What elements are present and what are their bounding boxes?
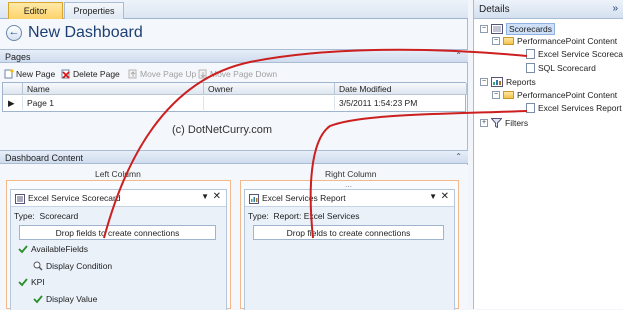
- back-button[interactable]: ←: [6, 25, 22, 41]
- move-down-label: Move Page Down: [210, 68, 278, 79]
- tree-node-ppc-reports[interactable]: − PerformancePoint Content: [492, 90, 617, 100]
- field-display-condition[interactable]: Display Condition: [33, 261, 112, 271]
- folder-icon: [503, 91, 514, 99]
- dashboard-content-header[interactable]: Dashboard Content ⌃: [0, 150, 468, 164]
- column-header-name[interactable]: Name: [23, 83, 204, 95]
- table-row-owner[interactable]: [204, 96, 335, 110]
- details-pane: Details » − Scorecards − PerformancePoin…: [473, 0, 623, 309]
- web-part-title: Excel Services Report: [262, 193, 346, 203]
- chevron-up-icon[interactable]: ⌃: [455, 152, 462, 161]
- drop-fields-target[interactable]: Drop fields to create connections: [253, 225, 444, 240]
- move-down-icon: [198, 69, 207, 78]
- check-arrow-icon: [18, 245, 28, 254]
- back-arrow-icon: ←: [8, 26, 20, 38]
- row-selector-icon[interactable]: ▶: [3, 96, 23, 110]
- tree-node-scorecards[interactable]: − Scorecards: [480, 23, 555, 35]
- field-kpi[interactable]: KPI: [18, 277, 45, 287]
- move-page-up-button[interactable]: Move Page Up: [128, 67, 196, 80]
- watermark: (c) DotNetCurry.com: [172, 124, 273, 136]
- web-part-type: Type: Scorecard: [14, 211, 79, 221]
- move-page-down-button[interactable]: Move Page Down: [198, 67, 277, 80]
- new-page-button[interactable]: New Page: [4, 67, 55, 80]
- right-column-header: Right Column: [325, 169, 377, 179]
- page-title: New Dashboard: [28, 24, 143, 41]
- check-arrow-icon: [18, 278, 28, 287]
- tree-node-excel-report[interactable]: Excel Services Report: [526, 103, 622, 113]
- column-header-owner[interactable]: Owner: [204, 83, 335, 95]
- web-part-header: Excel Services Report ▼ ✕: [245, 190, 454, 207]
- folder-icon: [503, 37, 514, 45]
- web-part-report[interactable]: Excel Services Report ▼ ✕ Type: Report: …: [244, 189, 455, 310]
- dropdown-arrow-icon[interactable]: ▼: [429, 192, 437, 201]
- move-up-label: Move Page Up: [140, 68, 197, 79]
- left-column-zone[interactable]: Excel Service Scorecard ▼ ✕ Type: Scorec…: [6, 180, 231, 310]
- move-up-icon: [128, 69, 137, 78]
- tree-node-filters[interactable]: + Filters: [480, 118, 528, 128]
- tab-editor[interactable]: Editor: [8, 2, 63, 19]
- details-header: Details »: [474, 0, 623, 19]
- designer-pane: Editor Properties ← New Dashboard Pages …: [0, 0, 468, 310]
- scorecard-icon: [526, 49, 535, 59]
- web-part-scorecard[interactable]: Excel Service Scorecard ▼ ✕ Type: Scorec…: [10, 189, 227, 310]
- tree-node-ppc-scorecards[interactable]: − PerformancePoint Content: [492, 36, 617, 46]
- delete-page-label: Delete Page: [73, 68, 120, 79]
- scorecard-icon: [15, 194, 25, 204]
- table-row-name[interactable]: Page 1: [23, 96, 204, 110]
- left-column-header: Left Column: [95, 169, 141, 179]
- tree-node-sql-scorecard[interactable]: SQL Scorecard: [526, 63, 596, 73]
- web-part-header: Excel Service Scorecard ▼ ✕: [11, 190, 226, 207]
- magnifier-icon: [33, 261, 43, 271]
- report-icon: [526, 103, 535, 113]
- tab-properties[interactable]: Properties: [64, 2, 124, 19]
- delete-icon: [61, 69, 70, 79]
- drop-fields-target[interactable]: Drop fields to create connections: [19, 225, 216, 240]
- chevron-up-icon[interactable]: ⌃: [455, 51, 462, 60]
- field-display-value[interactable]: Display Value: [33, 294, 97, 304]
- column-header-date-modified[interactable]: Date Modified: [335, 83, 467, 95]
- close-icon[interactable]: ✕: [441, 191, 449, 202]
- row-header-corner: [3, 83, 23, 95]
- pages-toolbar: New Page Delete Page Move Page Up Move P…: [0, 64, 468, 82]
- field-available-fields[interactable]: AvailableFields: [18, 244, 88, 254]
- tree-node-excel-scorecard[interactable]: Excel Service Scorecar: [526, 49, 623, 59]
- collapse-icon[interactable]: »: [612, 3, 618, 14]
- check-arrow-icon: [33, 295, 43, 304]
- new-page-icon: [4, 68, 14, 78]
- reports-icon: [491, 77, 503, 87]
- scorecards-folder-icon: [491, 24, 503, 34]
- web-part-title: Excel Service Scorecard: [28, 193, 121, 203]
- collapse-toggle-icon[interactable]: −: [492, 91, 500, 99]
- collapse-toggle-icon[interactable]: −: [480, 25, 488, 33]
- collapse-toggle-icon[interactable]: −: [480, 78, 488, 86]
- section-title: Dashboard Content: [5, 153, 84, 163]
- dropdown-arrow-icon[interactable]: ▼: [201, 192, 209, 201]
- collapse-toggle-icon[interactable]: −: [492, 37, 500, 45]
- right-column-zone[interactable]: ⋯ Excel Services Report ▼ ✕ Type: Report…: [240, 180, 459, 310]
- new-page-label: New Page: [16, 68, 56, 79]
- section-title: Pages: [5, 52, 31, 62]
- details-title: Details: [479, 4, 510, 15]
- tab-bar: Editor Properties: [0, 0, 468, 19]
- web-part-type: Type: Report: Excel Services: [248, 211, 360, 221]
- close-icon[interactable]: ✕: [213, 191, 221, 202]
- table-row-date-modified[interactable]: 3/5/2011 1:54:23 PM: [335, 96, 467, 110]
- report-icon: [249, 194, 259, 204]
- tree-node-reports[interactable]: − Reports: [480, 77, 536, 87]
- pages-section-header[interactable]: Pages ⌃: [0, 49, 468, 63]
- expand-toggle-icon[interactable]: +: [480, 119, 488, 127]
- filter-icon: [491, 118, 502, 128]
- scorecard-icon: [526, 63, 535, 73]
- delete-page-button[interactable]: Delete Page: [61, 67, 120, 80]
- pages-grid: Name Owner Date Modified ▶ Page 1 3/5/20…: [2, 82, 467, 112]
